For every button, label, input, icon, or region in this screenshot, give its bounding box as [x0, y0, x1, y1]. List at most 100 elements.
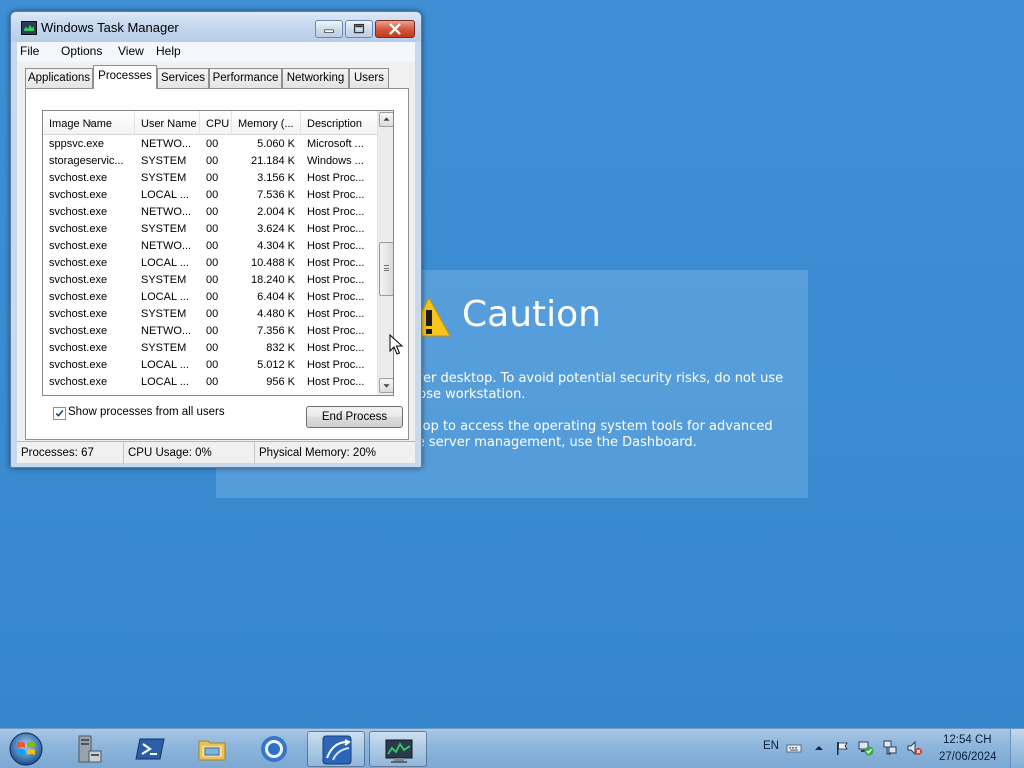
cell-cpu: 00 [206, 342, 219, 354]
network-icon[interactable] [882, 740, 898, 756]
table-row[interactable]: svchost.exe NETWO... 00 4.304 K Host Proc... [43, 238, 377, 255]
cell-memory: 7.356 K [257, 325, 295, 337]
start-button[interactable] [6, 731, 46, 767]
taskbar-task-manager[interactable] [369, 731, 427, 767]
show-hidden-icons-arrow[interactable] [811, 740, 827, 756]
keyboard-icon[interactable] [786, 740, 802, 756]
taskbar-server-manager[interactable] [60, 731, 118, 767]
clock-date[interactable]: 27/06/2024 [939, 751, 997, 763]
cell-user-name: NETWO... [141, 240, 192, 252]
table-row[interactable]: svchost.exe SYSTEM 00 832 K Host Proc... [43, 340, 377, 357]
menu-bar: File Options View Help [17, 42, 415, 62]
close-button[interactable] [375, 20, 415, 38]
title-bar[interactable]: Windows Task Manager [11, 12, 421, 42]
column-image-name[interactable]: ▲ Image Name [43, 111, 135, 135]
cell-description: Host Proc... [307, 308, 365, 320]
table-row[interactable]: svchost.exe LOCAL ... 00 6.404 K Host Proc..… [43, 289, 377, 306]
tab-processes[interactable]: Processes [93, 65, 157, 89]
cell-user-name: SYSTEM [141, 155, 187, 167]
cell-description: Host Proc... [307, 172, 365, 184]
table-row[interactable]: sppsvc.exe NETWO... 00 5.060 K Microsoft ... [43, 136, 377, 153]
mouse-cursor-icon [389, 334, 403, 355]
table-row[interactable]: svchost.exe SYSTEM 00 3.624 K Host Proc... [43, 221, 377, 238]
cell-image-name: svchost.exe [49, 240, 108, 252]
show-all-users-checkbox[interactable] [53, 407, 66, 420]
table-row[interactable]: svchost.exe LOCAL ... 00 10.488 K Host Proc.… [43, 255, 377, 272]
end-process-button[interactable]: End Process [306, 406, 403, 428]
column-description[interactable]: Description [301, 111, 377, 135]
table-row[interactable]: storageservic... SYSTEM 00 21.184 K Windows … [43, 153, 377, 170]
taskbar-file-explorer[interactable] [183, 731, 241, 767]
chrome-icon [261, 736, 287, 762]
cell-cpu: 00 [206, 155, 219, 167]
minimize-button[interactable] [315, 20, 343, 38]
taskbar-powershell[interactable] [121, 731, 179, 767]
show-desktop-button[interactable] [1010, 729, 1024, 768]
scroll-down-button[interactable] [379, 378, 393, 393]
file-explorer-icon [198, 740, 226, 761]
window-title: Windows Task Manager [41, 20, 179, 35]
checkmark-icon [55, 410, 64, 417]
tab-applications[interactable]: Applications [25, 68, 93, 88]
column-user-name[interactable]: User Name [135, 111, 200, 135]
clock-time[interactable]: 12:54 CH [943, 734, 992, 746]
action-center-flag-icon[interactable] [834, 740, 850, 756]
table-row[interactable]: svchost.exe LOCAL ... 00 5.012 K Host Proc..… [43, 357, 377, 374]
powershell-icon [135, 738, 165, 760]
cell-cpu: 00 [206, 274, 219, 286]
show-all-users-label[interactable]: Show processes from all users [68, 406, 225, 418]
table-row[interactable]: svchost.exe SYSTEM 00 3.156 K Host Proc... [43, 170, 377, 187]
volume-muted-icon[interactable] [906, 740, 922, 756]
cell-image-name: svchost.exe [49, 257, 108, 269]
tab-performance[interactable]: Performance [209, 68, 282, 88]
cell-memory: 832 K [266, 342, 295, 354]
cell-description: Host Proc... [307, 274, 365, 286]
grip-icon [384, 265, 389, 271]
table-row[interactable]: svchost.exe SYSTEM 00 18.240 K Host Proc... [43, 272, 377, 289]
menu-help[interactable]: Help [156, 44, 181, 58]
cell-image-name: svchost.exe [49, 206, 108, 218]
cell-description: Host Proc... [307, 223, 365, 235]
status-cpu: CPU Usage: 0% [124, 442, 255, 464]
table-row[interactable]: svchost.exe NETWO... 00 7.356 K Host Proc... [43, 323, 377, 340]
tab-networking[interactable]: Networking [282, 68, 349, 88]
cell-description: Host Proc... [307, 206, 365, 218]
cell-description: Host Proc... [307, 342, 365, 354]
task-manager-icon [21, 21, 37, 35]
table-row[interactable]: svchost.exe NETWO... 00 2.004 K Host Proc... [43, 204, 377, 221]
cell-cpu: 00 [206, 257, 219, 269]
network-check-icon[interactable] [858, 740, 874, 756]
cell-memory: 3.624 K [257, 223, 295, 235]
tab-services[interactable]: Services [157, 68, 209, 88]
cell-cpu: 00 [206, 325, 219, 337]
taskbar-chrome[interactable] [245, 731, 303, 767]
column-memory[interactable]: Memory (... [232, 111, 301, 135]
process-list[interactable]: ▲ Image Name User Name CPU Memory (... D… [42, 110, 394, 396]
menu-options[interactable]: Options [61, 44, 102, 58]
cell-description: Host Proc... [307, 359, 365, 371]
menu-file[interactable]: File [20, 44, 39, 58]
processes-panel: ▲ Image Name User Name CPU Memory (... D… [25, 88, 409, 440]
cell-user-name: NETWO... [141, 138, 192, 150]
tray-language[interactable]: EN [763, 740, 779, 752]
arrow-down-icon [383, 384, 390, 388]
task-manager-window[interactable]: Windows Task Manager File Options View H… [10, 11, 422, 468]
cell-cpu: 00 [206, 206, 219, 218]
scroll-up-button[interactable] [379, 112, 393, 127]
cell-cpu: 00 [206, 240, 219, 252]
scroll-thumb[interactable] [379, 242, 393, 296]
cell-description: Host Proc... [307, 291, 365, 303]
cell-memory: 3.156 K [257, 172, 295, 184]
cell-description: Host Proc... [307, 189, 365, 201]
tab-users[interactable]: Users [349, 68, 389, 88]
table-row[interactable]: svchost.exe SYSTEM 00 4.480 K Host Proc... [43, 306, 377, 323]
maximize-button[interactable] [345, 20, 373, 38]
cell-user-name: LOCAL ... [141, 257, 189, 269]
cell-memory: 2.004 K [257, 206, 295, 218]
table-row[interactable]: svchost.exe LOCAL ... 00 7.536 K Host Proc..… [43, 187, 377, 204]
table-row[interactable]: svchost.exe LOCAL ... 00 956 K Host Proc... [43, 374, 377, 391]
column-cpu[interactable]: CPU [200, 111, 232, 135]
taskbar-remote-desktop[interactable] [307, 731, 365, 767]
cell-user-name: SYSTEM [141, 342, 187, 354]
menu-view[interactable]: View [118, 44, 144, 58]
